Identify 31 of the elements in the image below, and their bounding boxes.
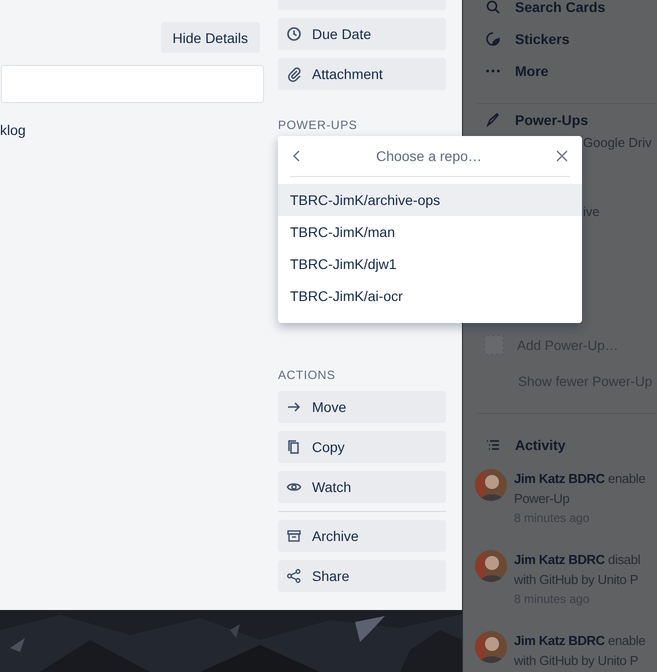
repo-option[interactable]: TBRC-JimK/man [278, 216, 582, 248]
input-field[interactable] [1, 65, 264, 103]
share-icon [286, 568, 302, 584]
clock-icon [286, 26, 302, 42]
sticker-icon [485, 31, 501, 47]
sidebar-button[interactable]: Archive [278, 520, 446, 552]
section-heading: POWER-UPS [278, 117, 358, 133]
sidebar-button[interactable]: Due Date [278, 18, 446, 50]
avatar [475, 631, 507, 663]
back-icon[interactable] [292, 149, 302, 163]
search-icon [485, 0, 501, 15]
hide-details-button[interactable]: Hide Details [160, 22, 260, 53]
repo-option[interactable]: TBRC-JimK/ai-ocr [278, 280, 582, 312]
repo-option[interactable]: TBRC-JimK/archive-ops [278, 184, 582, 216]
repo-option[interactable]: TBRC-JimK/djw1 [278, 248, 582, 280]
sidebar-button[interactable]: Share [278, 560, 446, 592]
section-title: Activity [515, 437, 566, 453]
archive-box-icon [286, 528, 302, 544]
sidebar-button[interactable]: Copy [278, 431, 446, 463]
copy-icon [286, 439, 302, 455]
sidebar-button[interactable]: Attachment [278, 58, 446, 90]
more-icon [486, 69, 500, 73]
section-heading: ACTIONS [278, 367, 336, 383]
list-text: klog [0, 122, 26, 138]
close-icon[interactable] [556, 150, 568, 162]
paperclip-icon [286, 66, 302, 82]
avatar [475, 469, 507, 501]
popover-title: Choose a repo… [375, 148, 483, 164]
sidebar-button[interactable]: Move [278, 391, 446, 423]
sidebar-button[interactable]: Watch [278, 471, 446, 503]
avatar [475, 550, 507, 582]
